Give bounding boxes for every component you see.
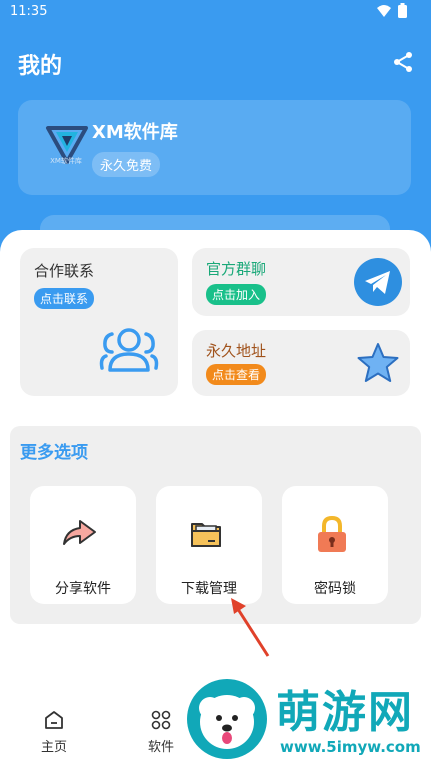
password-lock-button[interactable]: 密码锁 <box>282 486 388 604</box>
grid-icon <box>151 710 171 730</box>
download-manager-button[interactable]: 下载管理 <box>156 486 262 604</box>
tab-home[interactable]: 主页 <box>24 710 84 755</box>
address-title: 永久地址 <box>206 342 267 360</box>
users-icon <box>99 328 159 372</box>
tab-software[interactable]: 软件 <box>131 710 191 755</box>
share-software-label: 分享软件 <box>55 581 111 597</box>
home-icon <box>45 711 63 729</box>
page-title: 我的 <box>18 54 63 79</box>
password-lock-label: 密码锁 <box>314 581 356 597</box>
padlock-icon <box>318 515 346 552</box>
group-chat-title: 官方群聊 <box>206 260 267 278</box>
share-icon[interactable] <box>391 50 415 74</box>
permanent-address-tile[interactable]: 永久地址 点击查看 <box>192 330 410 396</box>
tab-software-label: 软件 <box>147 740 174 755</box>
battery-icon <box>398 3 407 18</box>
watermark-url: www.5imyw.com <box>280 738 421 756</box>
folder-icon <box>191 523 221 547</box>
status-bar: 11:35 <box>0 0 431 24</box>
address-badge[interactable]: 点击查看 <box>206 364 267 385</box>
contact-title: 合作联系 <box>34 262 95 280</box>
more-options-title: 更多选项 <box>20 443 88 463</box>
wifi-icon <box>377 4 391 17</box>
share-software-button[interactable]: 分享软件 <box>30 486 136 604</box>
logo-caption: XM软件库 <box>50 157 82 165</box>
annotation-arrow-icon <box>231 598 270 657</box>
watermark-dog-logo <box>187 679 267 759</box>
contact-badge[interactable]: 点击联系 <box>34 288 95 309</box>
watermark-name: 萌游网 <box>276 687 414 738</box>
status-time: 11:35 <box>10 4 48 19</box>
star-icon <box>357 343 399 382</box>
contact-tile[interactable]: 合作联系 点击联系 <box>20 248 178 396</box>
more-options-panel: 更多选项 分享软件 下载管理 密码锁 <box>10 426 421 624</box>
profile-card[interactable]: XM软件库 XM软件库 永久免费 <box>18 100 411 195</box>
status-icons <box>376 3 407 18</box>
telegram-icon <box>354 258 402 306</box>
group-chat-badge[interactable]: 点击加入 <box>206 284 267 305</box>
profile-name: XM软件库 <box>92 122 178 143</box>
group-chat-tile[interactable]: 官方群聊 点击加入 <box>192 248 410 316</box>
tab-home-label: 主页 <box>40 740 67 755</box>
profile-badge: 永久免费 <box>92 152 161 177</box>
share-arrow-icon <box>63 520 96 545</box>
